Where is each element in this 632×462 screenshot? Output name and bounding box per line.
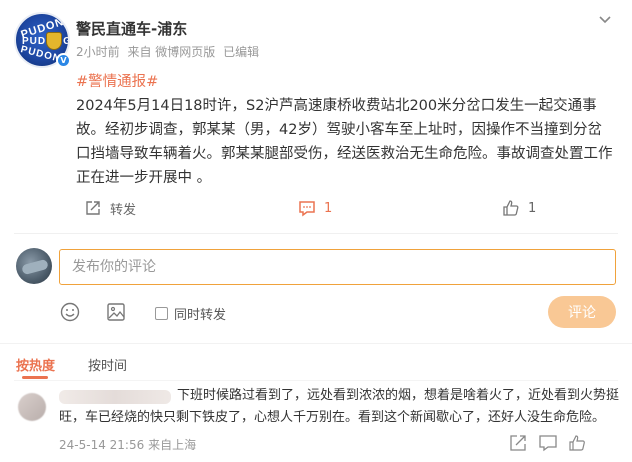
image-icon[interactable] (105, 301, 127, 323)
comment-meta: 24-5-14 21:56 来自上海 (59, 436, 196, 453)
divider (0, 343, 632, 344)
comment-line: 旺，车已经烧的快只剩下铁皮了，心想人千万别在。看到这个新闻歇心了，还好人没生命危… (59, 410, 606, 425)
comment-icon[interactable] (538, 433, 558, 453)
post-time[interactable]: 2小时前 (76, 45, 120, 59)
post-source: 来自 微博网页版 (127, 45, 216, 59)
like-button[interactable]: 1 (502, 197, 536, 219)
post-header: PUDONG PUDONG PUDONG V 警民直通车-浦东 2小时前 来自 … (14, 12, 618, 68)
verified-badge-icon: V (56, 53, 71, 68)
share-icon[interactable] (508, 433, 528, 453)
comment-input[interactable] (59, 249, 616, 285)
share-label: 转发 (110, 202, 137, 218)
comment-time: 24-5-14 21:56 (59, 438, 145, 452)
comment-button[interactable]: 1 (298, 197, 332, 219)
author-name[interactable]: 警民直通车-浦东 (76, 18, 187, 39)
police-badge-icon (46, 32, 62, 50)
post-edited[interactable]: 已编辑 (223, 45, 259, 59)
tab-sort-time[interactable]: 按时间 (88, 355, 127, 374)
post-actions: 转发 1 1 (76, 197, 616, 219)
tab-sort-hot[interactable]: 按热度 (16, 355, 55, 374)
checkbox[interactable] (155, 307, 168, 320)
repost-checkbox[interactable]: 同时转发 (155, 304, 226, 323)
post-body: 2024年5月14日18时许，S2沪芦高速康桥收费站北200米分岔口发生一起交通… (76, 98, 613, 186)
post-content: #警情通报# 2024年5月14日18时许，S2沪芦高速康桥收费站北200米分岔… (76, 70, 616, 190)
active-tab-indicator (22, 376, 48, 379)
thumbs-up-icon[interactable] (568, 433, 588, 453)
share-button[interactable]: 转发 (84, 197, 136, 219)
divider (14, 233, 618, 234)
hashtag-link[interactable]: #警情通报# (76, 70, 616, 94)
comment-icon (299, 201, 315, 217)
comment-location: 来自上海 (148, 438, 197, 452)
repost-label: 同时转发 (174, 308, 227, 323)
emoji-icon[interactable] (59, 301, 81, 323)
chevron-down-icon[interactable] (596, 12, 614, 28)
divider (14, 380, 618, 381)
comment-actions (508, 433, 618, 453)
commenter-avatar[interactable] (18, 393, 46, 421)
thumbs-up-icon (503, 200, 519, 216)
post-meta: 2小时前 来自 微博网页版 已编辑 (76, 43, 263, 60)
share-icon (86, 201, 100, 215)
like-count: 1 (528, 200, 537, 216)
submit-comment-button[interactable]: 评论 (548, 296, 616, 328)
comment-line: 下班时候路过看到了，远处看到浓浓的烟，想着是啥着火了，近处看到火势挺 (177, 388, 620, 403)
comment-count: 1 (324, 200, 333, 216)
comment-text: 下班时候路过看到了，远处看到浓浓的烟，想着是啥着火了，近处看到火势挺 旺，车已经… (59, 385, 619, 429)
composer-tools: 同时转发 评论 (59, 296, 619, 328)
current-user-avatar[interactable] (16, 248, 52, 284)
